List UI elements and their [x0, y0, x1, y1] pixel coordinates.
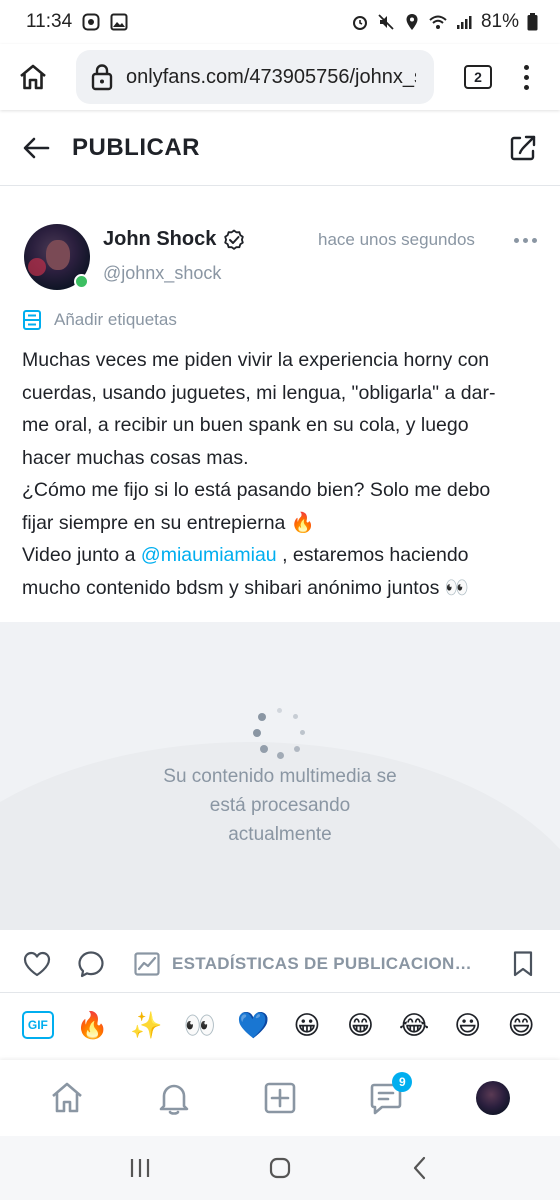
- menu-dot: [523, 84, 529, 90]
- online-status-dot: [74, 274, 89, 289]
- nav-messages[interactable]: 9: [366, 1072, 413, 1118]
- status-right: 81%: [351, 11, 538, 33]
- post-text-line: me oral, a recibir un buen spank en su c…: [22, 414, 469, 436]
- media-message-line: está procesando: [209, 795, 351, 816]
- gallery-notification-icon: [110, 13, 128, 31]
- post-text-line-mention: Video junto a @miaumiamiau , estaremos h…: [22, 539, 542, 572]
- media-message-line: Su contenido multimedia se: [163, 766, 397, 787]
- media-processing-message: Su contenido multimedia se está procesan…: [0, 762, 560, 849]
- author-name[interactable]: John Shock: [103, 228, 216, 251]
- verified-badge-icon: [224, 229, 244, 250]
- nav-notifications[interactable]: [154, 1078, 194, 1118]
- nav-home[interactable]: [47, 1078, 87, 1118]
- video-suffix-text: , estaremos haciendo: [276, 544, 469, 566]
- emoji-beaming-button[interactable]: 😁: [334, 1010, 388, 1040]
- bell-icon: [159, 1084, 188, 1115]
- add-post-icon: [264, 1082, 296, 1114]
- location-icon: [406, 14, 418, 30]
- emoji-eyes-button[interactable]: 👀: [173, 1010, 227, 1040]
- gif-label: GIF: [27, 1017, 48, 1032]
- back-arrow-icon[interactable]: [22, 134, 50, 162]
- recent-apps-icon[interactable]: [127, 1155, 153, 1181]
- post-text-line: ¿Cómo me fijo si lo está pasando bien? S…: [22, 479, 491, 501]
- post-text-line: cuerdas, usando juguetes, mi lengua, "ob…: [22, 381, 496, 404]
- media-processing-placeholder: Su contenido multimedia se está procesan…: [0, 622, 560, 930]
- statistics-label: ESTADÍSTICAS DE PUBLICACION…: [172, 954, 472, 973]
- nav-new-post[interactable]: [260, 1078, 300, 1118]
- comment-bubble-icon[interactable]: [76, 949, 106, 979]
- bottom-navigation: 9: [0, 1060, 560, 1136]
- nav-profile[interactable]: [473, 1078, 513, 1118]
- post-text-line: fijar siempre en su entrepierna 🔥: [22, 511, 316, 534]
- emoji-tears-of-joy-button[interactable]: 😂: [387, 1010, 441, 1040]
- avatar-light: [28, 258, 46, 276]
- url-text: onlyfans.com/473905756/johnx_shock: [126, 65, 416, 88]
- post-timestamp: hace unos segundos: [318, 230, 475, 249]
- mute-icon: [378, 14, 394, 30]
- add-tags-button[interactable]: Añadir etiquetas: [22, 306, 177, 334]
- mention-link[interactable]: @miaumiamiau: [141, 544, 277, 566]
- loading-spinner-icon: [252, 708, 308, 764]
- system-home-icon[interactable]: [267, 1155, 293, 1181]
- system-back-icon[interactable]: [407, 1155, 433, 1181]
- emoji-grinning-button[interactable]: 😀: [280, 1010, 334, 1040]
- battery-icon: [527, 13, 538, 31]
- page-title: PUBLICAR: [72, 133, 200, 161]
- quick-emoji-bar: GIF 🔥 ✨ 👀 💙 😀 😁 😂 😃 😄: [0, 992, 560, 1056]
- tag-icon: [23, 310, 41, 330]
- wifi-icon: [429, 15, 447, 29]
- author-username[interactable]: @johnx_shock: [103, 263, 221, 284]
- alarm-icon: [352, 16, 367, 30]
- home-icon: [52, 1082, 83, 1113]
- battery-percent: 81%: [480, 11, 519, 32]
- emoji-smile-button[interactable]: 😄: [494, 1010, 548, 1040]
- status-bar: 11:34 81%: [0, 0, 560, 44]
- video-prefix-text: Video junto a: [22, 544, 141, 566]
- post-text-line: mucho contenido bdsm y shibari anónimo j…: [22, 576, 470, 599]
- menu-dot: [523, 74, 529, 80]
- messenger-notification-icon: [82, 13, 100, 31]
- bookmark-icon[interactable]: [508, 949, 538, 979]
- post-text-line: Muchas veces me piden vivir la experienc…: [22, 349, 490, 371]
- post-body: Muchas veces me piden vivir la experienc…: [22, 344, 542, 604]
- statistics-chart-icon: [134, 952, 160, 976]
- more-dot: [532, 238, 537, 243]
- tab-switcher-button[interactable]: 2: [464, 65, 492, 89]
- emoji-fire-button[interactable]: 🔥: [66, 1010, 120, 1040]
- browser-menu-button[interactable]: [522, 64, 530, 90]
- tab-count-label: 2: [474, 69, 482, 85]
- emoji-blue-heart-button[interactable]: 💙: [227, 1010, 281, 1040]
- menu-dot: [523, 64, 529, 70]
- post-more-options-button[interactable]: [514, 238, 538, 243]
- emoji-sparkles-button[interactable]: ✨: [119, 1010, 173, 1040]
- avatar-face: [46, 240, 70, 270]
- system-navigation-bar: [0, 1136, 560, 1200]
- browser-home-button[interactable]: [16, 60, 50, 94]
- add-tags-label: Añadir etiquetas: [54, 310, 177, 329]
- signal-icon: [456, 16, 472, 29]
- profile-avatar: [475, 1081, 510, 1115]
- status-left: 11:34: [26, 11, 128, 33]
- lock-icon: [91, 64, 113, 91]
- browser-toolbar: onlyfans.com/473905756/johnx_shock 2: [0, 44, 560, 110]
- like-heart-icon[interactable]: [22, 949, 52, 979]
- page-header: PUBLICAR: [0, 110, 560, 186]
- post-statistics-button[interactable]: ESTADÍSTICAS DE PUBLICACION…: [132, 949, 472, 979]
- status-time: 11:34: [26, 11, 73, 32]
- more-dot: [523, 238, 528, 243]
- post-actions: ESTADÍSTICAS DE PUBLICACION…: [0, 938, 560, 990]
- share-icon[interactable]: [508, 133, 538, 163]
- address-bar[interactable]: onlyfans.com/473905756/johnx_shock: [76, 50, 434, 104]
- messages-badge: 9: [392, 1072, 413, 1092]
- post-text-line: hacer muchas cosas mas.: [22, 446, 249, 469]
- post-header: John Shock @johnx_shock hace unos segund…: [24, 222, 540, 294]
- home-icon: [20, 64, 46, 90]
- emoji-smiley-button[interactable]: 😃: [441, 1010, 495, 1040]
- gif-button[interactable]: GIF: [22, 1010, 54, 1039]
- more-dot: [514, 238, 519, 243]
- media-message-line: actualmente: [228, 824, 332, 845]
